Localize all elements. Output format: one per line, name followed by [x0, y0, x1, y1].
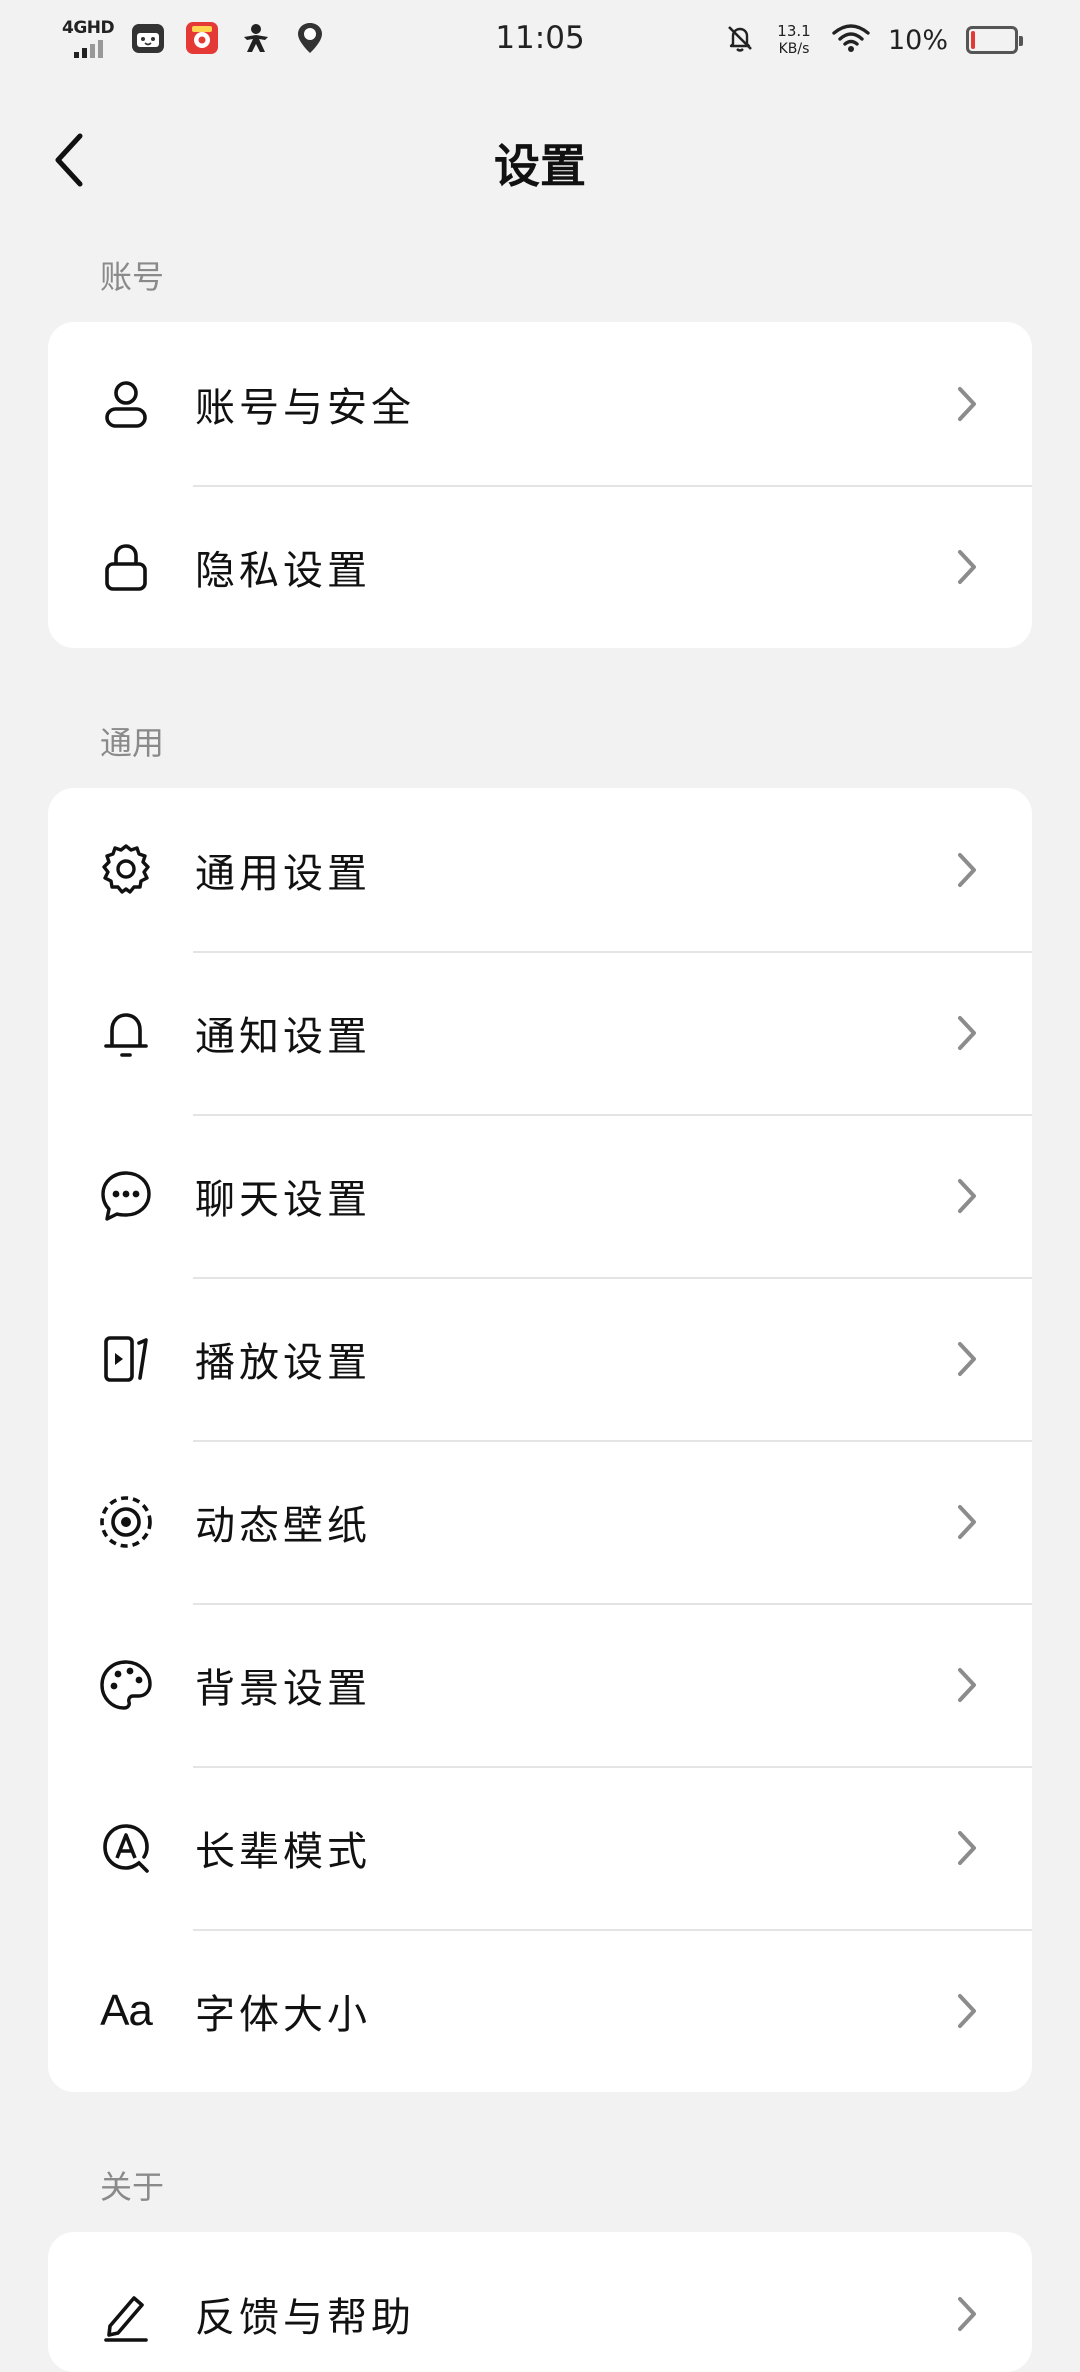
chevron-right-icon	[952, 1176, 982, 1216]
chevron-right-icon	[952, 1991, 982, 2031]
row-label: 账号与安全	[195, 384, 415, 431]
chevron-right-icon	[952, 1828, 982, 1868]
row-elder-mode[interactable]: 长辈模式	[48, 1766, 1032, 1929]
chevron-right-icon	[952, 1502, 982, 1542]
chat-bubble-icon	[96, 1166, 156, 1226]
row-live-wallpaper[interactable]: 动态壁纸	[48, 1440, 1032, 1603]
row-account-security[interactable]: 账号与安全	[48, 322, 1032, 485]
user-icon	[96, 374, 156, 434]
chevron-right-icon	[952, 1013, 982, 1053]
chevron-right-icon	[952, 1665, 982, 1705]
section-label-general: 通用	[100, 724, 165, 762]
network-speed: 13.1 KB/s	[774, 22, 814, 58]
row-playback-settings[interactable]: 播放设置	[48, 1277, 1032, 1440]
row-label: 隐私设置	[195, 547, 371, 594]
lock-icon	[96, 537, 156, 597]
row-feedback-help[interactable]: 反馈与帮助	[48, 2232, 1032, 2372]
page-title: 设置	[494, 139, 586, 193]
live-wallpaper-icon	[96, 1492, 156, 1552]
row-label: 反馈与帮助	[195, 2294, 415, 2341]
font-size-icon: Aa	[96, 1981, 156, 2041]
row-font-size[interactable]: Aa 字体大小	[48, 1929, 1032, 2092]
chevron-right-icon	[952, 2294, 982, 2334]
row-label: 通知设置	[195, 1013, 371, 1060]
row-label: 聊天设置	[195, 1176, 371, 1223]
row-label: 字体大小	[195, 1991, 371, 2038]
network-speed-unit: KB/s	[778, 41, 810, 57]
gear-icon	[96, 840, 156, 900]
row-label: 背景设置	[195, 1665, 371, 1712]
palette-icon	[96, 1655, 156, 1715]
battery-icon	[966, 26, 1023, 54]
row-label: 动态壁纸	[195, 1502, 371, 1549]
row-notification-settings[interactable]: 通知设置	[48, 951, 1032, 1114]
general-card: 通用设置 通知设置 聊天设置 播放设置 动态壁纸 背景设置 长辈模式 Aa 字体…	[48, 788, 1032, 2092]
bell-icon	[96, 1003, 156, 1063]
row-privacy-settings[interactable]: 隐私设置	[48, 485, 1032, 648]
row-general-settings[interactable]: 通用设置	[48, 788, 1032, 951]
row-background-settings[interactable]: 背景设置	[48, 1603, 1032, 1766]
mute-bell-icon	[724, 22, 756, 58]
chevron-right-icon	[952, 547, 982, 587]
network-speed-value: 13.1	[777, 22, 811, 40]
row-chat-settings[interactable]: 聊天设置	[48, 1114, 1032, 1277]
play-screen-icon	[96, 1329, 156, 1389]
font-size-icon-text: Aa	[100, 1985, 153, 2035]
wifi-icon	[832, 23, 870, 57]
header: 设置	[0, 110, 1080, 210]
section-label-account: 账号	[100, 258, 165, 296]
row-label: 播放设置	[195, 1339, 371, 1386]
about-card: 反馈与帮助	[48, 2232, 1032, 2372]
row-label: 长辈模式	[195, 1828, 371, 1875]
elder-mode-icon	[96, 1818, 156, 1878]
row-label: 通用设置	[195, 850, 371, 897]
chevron-right-icon	[952, 1339, 982, 1379]
pencil-icon	[96, 2284, 156, 2344]
chevron-right-icon	[952, 850, 982, 890]
battery-level	[971, 31, 975, 49]
chevron-right-icon	[952, 384, 982, 424]
status-bar-right: 13.1 KB/s 10%	[724, 22, 1023, 58]
section-label-about: 关于	[100, 2168, 165, 2206]
battery-percent: 10%	[887, 24, 948, 56]
account-card: 账号与安全 隐私设置	[48, 322, 1032, 648]
status-bar: 4GHD 11:05 13.1 KB/s 10%	[0, 0, 1080, 80]
